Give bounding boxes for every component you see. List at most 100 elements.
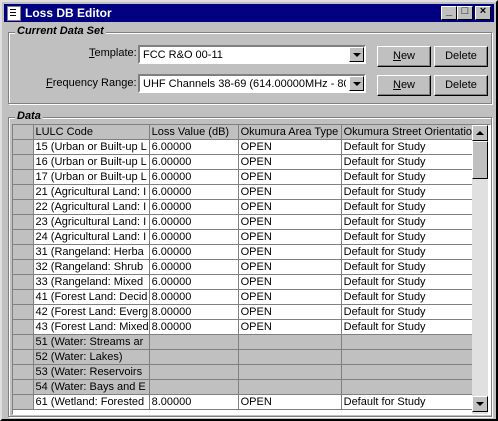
table-cell[interactable]: Default for Study <box>341 169 480 185</box>
row-selector[interactable] <box>13 244 34 260</box>
table-cell[interactable]: Default for Study <box>341 394 480 410</box>
table-cell[interactable]: 53 (Water: Reservoirs <box>33 364 150 380</box>
table-row[interactable]: 52 (Water: Lakes) <box>13 349 480 365</box>
table-cell[interactable] <box>341 334 480 350</box>
table-row[interactable]: 17 (Urban or Built-up L 6.00000 OPEN Defaul… <box>13 169 480 185</box>
table-cell[interactable] <box>238 349 342 365</box>
table-cell[interactable]: OPEN <box>238 199 342 215</box>
table-cell[interactable]: OPEN <box>238 184 342 200</box>
table-cell[interactable]: 6.00000 <box>149 199 239 215</box>
row-selector[interactable] <box>13 379 34 395</box>
row-selector[interactable] <box>13 394 34 410</box>
table-cell[interactable]: Default for Study <box>341 289 480 305</box>
column-header[interactable]: Okumura Street Orientation <box>341 125 480 140</box>
table-cell[interactable]: 6.00000 <box>149 184 239 200</box>
table-cell[interactable]: Default for Study <box>341 274 480 290</box>
column-header[interactable]: Loss Value (dB) <box>149 125 239 140</box>
table-cell[interactable]: OPEN <box>238 244 342 260</box>
table-cell[interactable]: Default for Study <box>341 244 480 260</box>
row-selector[interactable] <box>13 259 34 275</box>
table-row[interactable]: 31 (Rangeland: Herba 6.00000 OPEN Default f… <box>13 244 480 260</box>
table-row[interactable]: 16 (Urban or Built-up L 6.00000 OPEN Defaul… <box>13 154 480 170</box>
table-cell[interactable]: 61 (Wetland: Forested <box>33 394 150 410</box>
minimize-button[interactable]: _ <box>441 5 457 20</box>
row-selector[interactable] <box>13 199 34 215</box>
table-row[interactable]: 15 (Urban or Built-up L 6.00000 OPEN Defaul… <box>13 139 480 155</box>
row-selector[interactable] <box>13 349 34 365</box>
table-cell[interactable]: 8.00000 <box>149 319 239 335</box>
table-cell[interactable]: 6.00000 <box>149 274 239 290</box>
table-cell[interactable]: 54 (Water: Bays and E <box>33 379 150 395</box>
table-cell[interactable]: 6.00000 <box>149 169 239 185</box>
maximize-button[interactable]: □ <box>457 5 473 20</box>
template-new-button[interactable]: New <box>377 46 431 67</box>
table-cell[interactable]: 15 (Urban or Built-up L <box>33 139 150 155</box>
table-cell[interactable] <box>149 349 239 365</box>
table-cell[interactable]: 6.00000 <box>149 244 239 260</box>
table-row[interactable]: 32 (Rangeland: Shrub 6.00000 OPEN Default f… <box>13 259 480 275</box>
table-cell[interactable]: 41 (Forest Land: Decid <box>33 289 150 305</box>
scroll-down-icon[interactable] <box>472 396 488 412</box>
table-cell[interactable]: OPEN <box>238 274 342 290</box>
table-cell[interactable]: OPEN <box>238 319 342 335</box>
row-selector[interactable] <box>13 364 34 380</box>
column-header[interactable]: Okumura Area Type <box>238 125 342 140</box>
table-cell[interactable]: 6.00000 <box>149 229 239 245</box>
table-cell[interactable]: Default for Study <box>341 154 480 170</box>
row-selector[interactable] <box>13 169 34 185</box>
table-cell[interactable]: 32 (Rangeland: Shrub <box>33 259 150 275</box>
row-selector[interactable] <box>13 229 34 245</box>
table-cell[interactable]: Default for Study <box>341 319 480 335</box>
table-cell[interactable]: 23 (Agricultural Land: I <box>33 214 150 230</box>
chevron-down-icon[interactable] <box>349 47 364 62</box>
table-cell[interactable]: 52 (Water: Lakes) <box>33 349 150 365</box>
table-cell[interactable]: 22 (Agricultural Land: I <box>33 199 150 215</box>
table-row[interactable]: 42 (Forest Land: Everg 8.00000 OPEN Default… <box>13 304 480 320</box>
table-row[interactable]: 43 (Forest Land: Mixed 8.00000 OPEN Default… <box>13 319 480 335</box>
table-cell[interactable]: 42 (Forest Land: Everg <box>33 304 150 320</box>
table-cell[interactable]: OPEN <box>238 259 342 275</box>
table-cell[interactable]: 8.00000 <box>149 394 239 410</box>
table-cell[interactable]: Default for Study <box>341 229 480 245</box>
close-button[interactable]: × <box>475 5 491 20</box>
row-selector[interactable] <box>13 154 34 170</box>
row-selector[interactable] <box>13 214 34 230</box>
table-row[interactable]: 24 (Agricultural Land: I 6.00000 OPEN Defau… <box>13 229 480 245</box>
table-cell[interactable]: Default for Study <box>341 214 480 230</box>
table-cell[interactable] <box>149 334 239 350</box>
template-dropdown[interactable]: FCC R&O 00-11 <box>138 45 366 64</box>
table-cell[interactable]: OPEN <box>238 139 342 155</box>
table-cell[interactable]: 51 (Water: Streams ar <box>33 334 150 350</box>
table-cell[interactable]: 33 (Rangeland: Mixed <box>33 274 150 290</box>
table-row[interactable]: 41 (Forest Land: Decid 8.00000 OPEN Default… <box>13 289 480 305</box>
table-row[interactable]: 23 (Agricultural Land: I 6.00000 OPEN Defau… <box>13 214 480 230</box>
table-cell[interactable]: OPEN <box>238 169 342 185</box>
row-selector[interactable] <box>13 184 34 200</box>
table-cell[interactable]: Default for Study <box>341 184 480 200</box>
table-cell[interactable] <box>341 364 480 380</box>
table-cell[interactable]: 16 (Urban or Built-up L <box>33 154 150 170</box>
table-cell[interactable]: Default for Study <box>341 139 480 155</box>
table-row[interactable]: 21 (Agricultural Land: I 6.00000 OPEN Defau… <box>13 184 480 200</box>
table-cell[interactable]: OPEN <box>238 289 342 305</box>
table-row[interactable]: 61 (Wetland: Forested 8.00000 OPEN Default … <box>13 394 480 410</box>
table-cell[interactable]: 43 (Forest Land: Mixed <box>33 319 150 335</box>
table-row[interactable]: 53 (Water: Reservoirs <box>13 364 480 380</box>
table-cell[interactable]: OPEN <box>238 394 342 410</box>
table-cell[interactable]: 24 (Agricultural Land: I <box>33 229 150 245</box>
table-cell[interactable]: OPEN <box>238 214 342 230</box>
table-cell[interactable]: 6.00000 <box>149 154 239 170</box>
table-cell[interactable]: OPEN <box>238 229 342 245</box>
scroll-thumb[interactable] <box>472 141 488 179</box>
table-cell[interactable]: 6.00000 <box>149 259 239 275</box>
row-selector[interactable] <box>13 139 34 155</box>
table-cell[interactable]: Default for Study <box>341 304 480 320</box>
table-cell[interactable]: OPEN <box>238 154 342 170</box>
frequency-range-dropdown[interactable]: UHF Channels 38-69 (614.00000MHz - 806 <box>138 74 366 93</box>
table-cell[interactable]: 8.00000 <box>149 304 239 320</box>
data-grid[interactable]: LULC Code Loss Value (dB) Okumura Area T… <box>12 124 491 415</box>
table-cell[interactable]: 8.00000 <box>149 289 239 305</box>
row-selector-header[interactable] <box>13 125 34 140</box>
chevron-down-icon[interactable] <box>349 76 364 91</box>
table-cell[interactable]: 21 (Agricultural Land: I <box>33 184 150 200</box>
